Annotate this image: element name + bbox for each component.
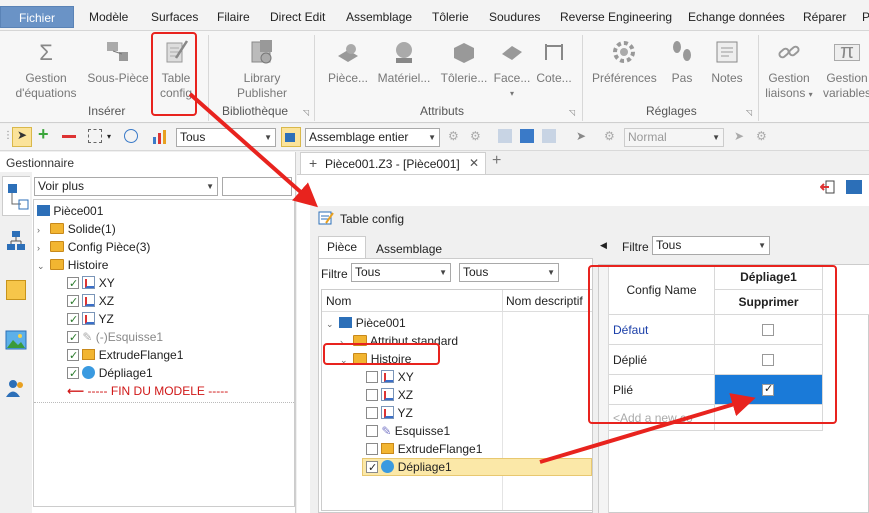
annotation-arrows (188, 92, 756, 464)
arrow-to-checkbox (539, 393, 756, 464)
arrow-to-dialog (188, 92, 318, 208)
